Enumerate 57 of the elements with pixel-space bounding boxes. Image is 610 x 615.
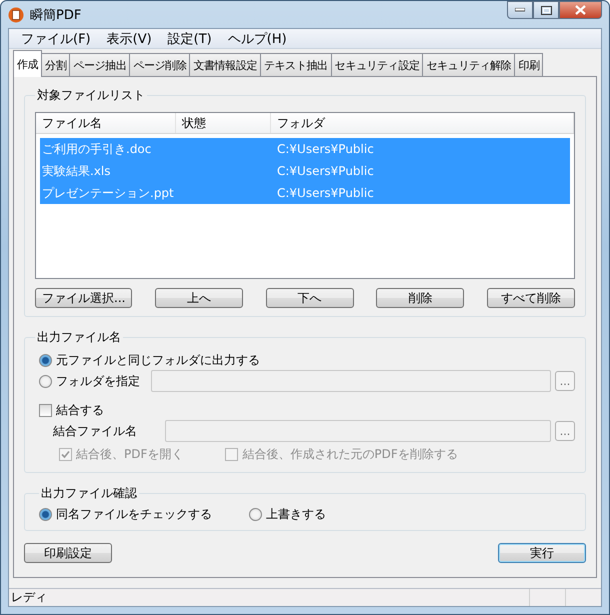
- radio-label: 同名ファイルをチェックする: [56, 506, 212, 522]
- checkbox[interactable]: [39, 404, 52, 416]
- tab[interactable]: 作成: [13, 50, 42, 77]
- list-button[interactable]: 下へ: [266, 288, 354, 308]
- list-button[interactable]: 上へ: [155, 288, 244, 308]
- menu-item[interactable]: ヘルプ(H): [220, 30, 295, 48]
- browse-button[interactable]: ...: [555, 371, 575, 391]
- tab[interactable]: ページ抽出: [69, 53, 130, 77]
- status-text: レディ: [10, 589, 48, 606]
- maximize-button[interactable]: [533, 1, 559, 19]
- tab[interactable]: テキスト抽出: [260, 53, 332, 77]
- minimize-icon: [515, 8, 525, 12]
- group-title: 対象ファイルリスト: [36, 87, 146, 104]
- radio-button[interactable]: [39, 354, 52, 366]
- tab[interactable]: ページ削除: [129, 53, 190, 77]
- menu-item[interactable]: 表示(V): [98, 30, 160, 48]
- close-icon: [575, 5, 586, 15]
- column-header[interactable]: フォルダ: [271, 113, 574, 133]
- tab[interactable]: 印刷: [514, 53, 544, 77]
- folder-cell-text: C:¥Users¥Public: [276, 185, 375, 202]
- browse-button[interactable]: ...: [555, 421, 575, 441]
- radio-button[interactable]: [39, 374, 52, 388]
- list-button[interactable]: すべて削除: [486, 288, 575, 308]
- radio-button[interactable]: [249, 508, 262, 520]
- group-title: 出力ファイル名: [36, 329, 122, 346]
- radio-label: 元ファイルと同じフォルダに出力する: [56, 352, 260, 368]
- file-list[interactable]: ファイル名 状態 フォルダ ご利用の手引き.doc C:¥Users¥Public 実験結果.xls C:¥Users¥Public プレゼンテーション.ppt C:¥Users¥Public: [35, 112, 575, 279]
- radio-label: フォルダを指定: [56, 372, 140, 390]
- file-name-cell-text: プレゼンテーション.ppt: [41, 184, 175, 202]
- column-header[interactable]: 状態: [176, 113, 271, 133]
- menu-item[interactable]: 設定(T): [160, 30, 220, 48]
- close-button[interactable]: [559, 1, 602, 19]
- list-button[interactable]: ファイル選択...: [35, 288, 132, 308]
- file-name-cell-text: 実験結果.xls: [41, 162, 112, 180]
- tab[interactable]: セキュリティ解除: [422, 53, 516, 77]
- field-label: 結合ファイル名: [53, 422, 137, 440]
- folder-cell-text: C:¥Users¥Public: [276, 163, 375, 180]
- print-settings-button[interactable]: 印刷設定: [24, 543, 112, 563]
- tab[interactable]: 文書情報設定: [189, 53, 262, 77]
- file-name-cell-text: ご利用の手引き.doc: [41, 140, 152, 158]
- tab[interactable]: 分割: [41, 53, 70, 77]
- execute-button[interactable]: 実行: [498, 543, 586, 563]
- app-icon: [8, 6, 24, 22]
- tab[interactable]: セキュリティ設定: [330, 53, 424, 77]
- column-header[interactable]: ファイル名: [36, 113, 176, 133]
- maximize-icon: [540, 6, 552, 14]
- checkbox-label: 結合後、PDFを開く: [76, 446, 184, 462]
- checkbox-label: 結合後、作成された元のPDFを削除する: [242, 446, 458, 462]
- radio-label: 上書きする: [266, 506, 326, 522]
- minimize-button[interactable]: [507, 1, 533, 19]
- group-title: 出力ファイル確認: [40, 485, 138, 502]
- window-title: 瞬簡PDF: [30, 6, 82, 24]
- menu-item[interactable]: ファイル(F): [13, 30, 99, 48]
- checkbox-label: 結合する: [56, 402, 104, 418]
- folder-cell-text: C:¥Users¥Public: [276, 141, 375, 158]
- list-button[interactable]: 削除: [376, 288, 464, 308]
- radio-button[interactable]: [39, 508, 52, 520]
